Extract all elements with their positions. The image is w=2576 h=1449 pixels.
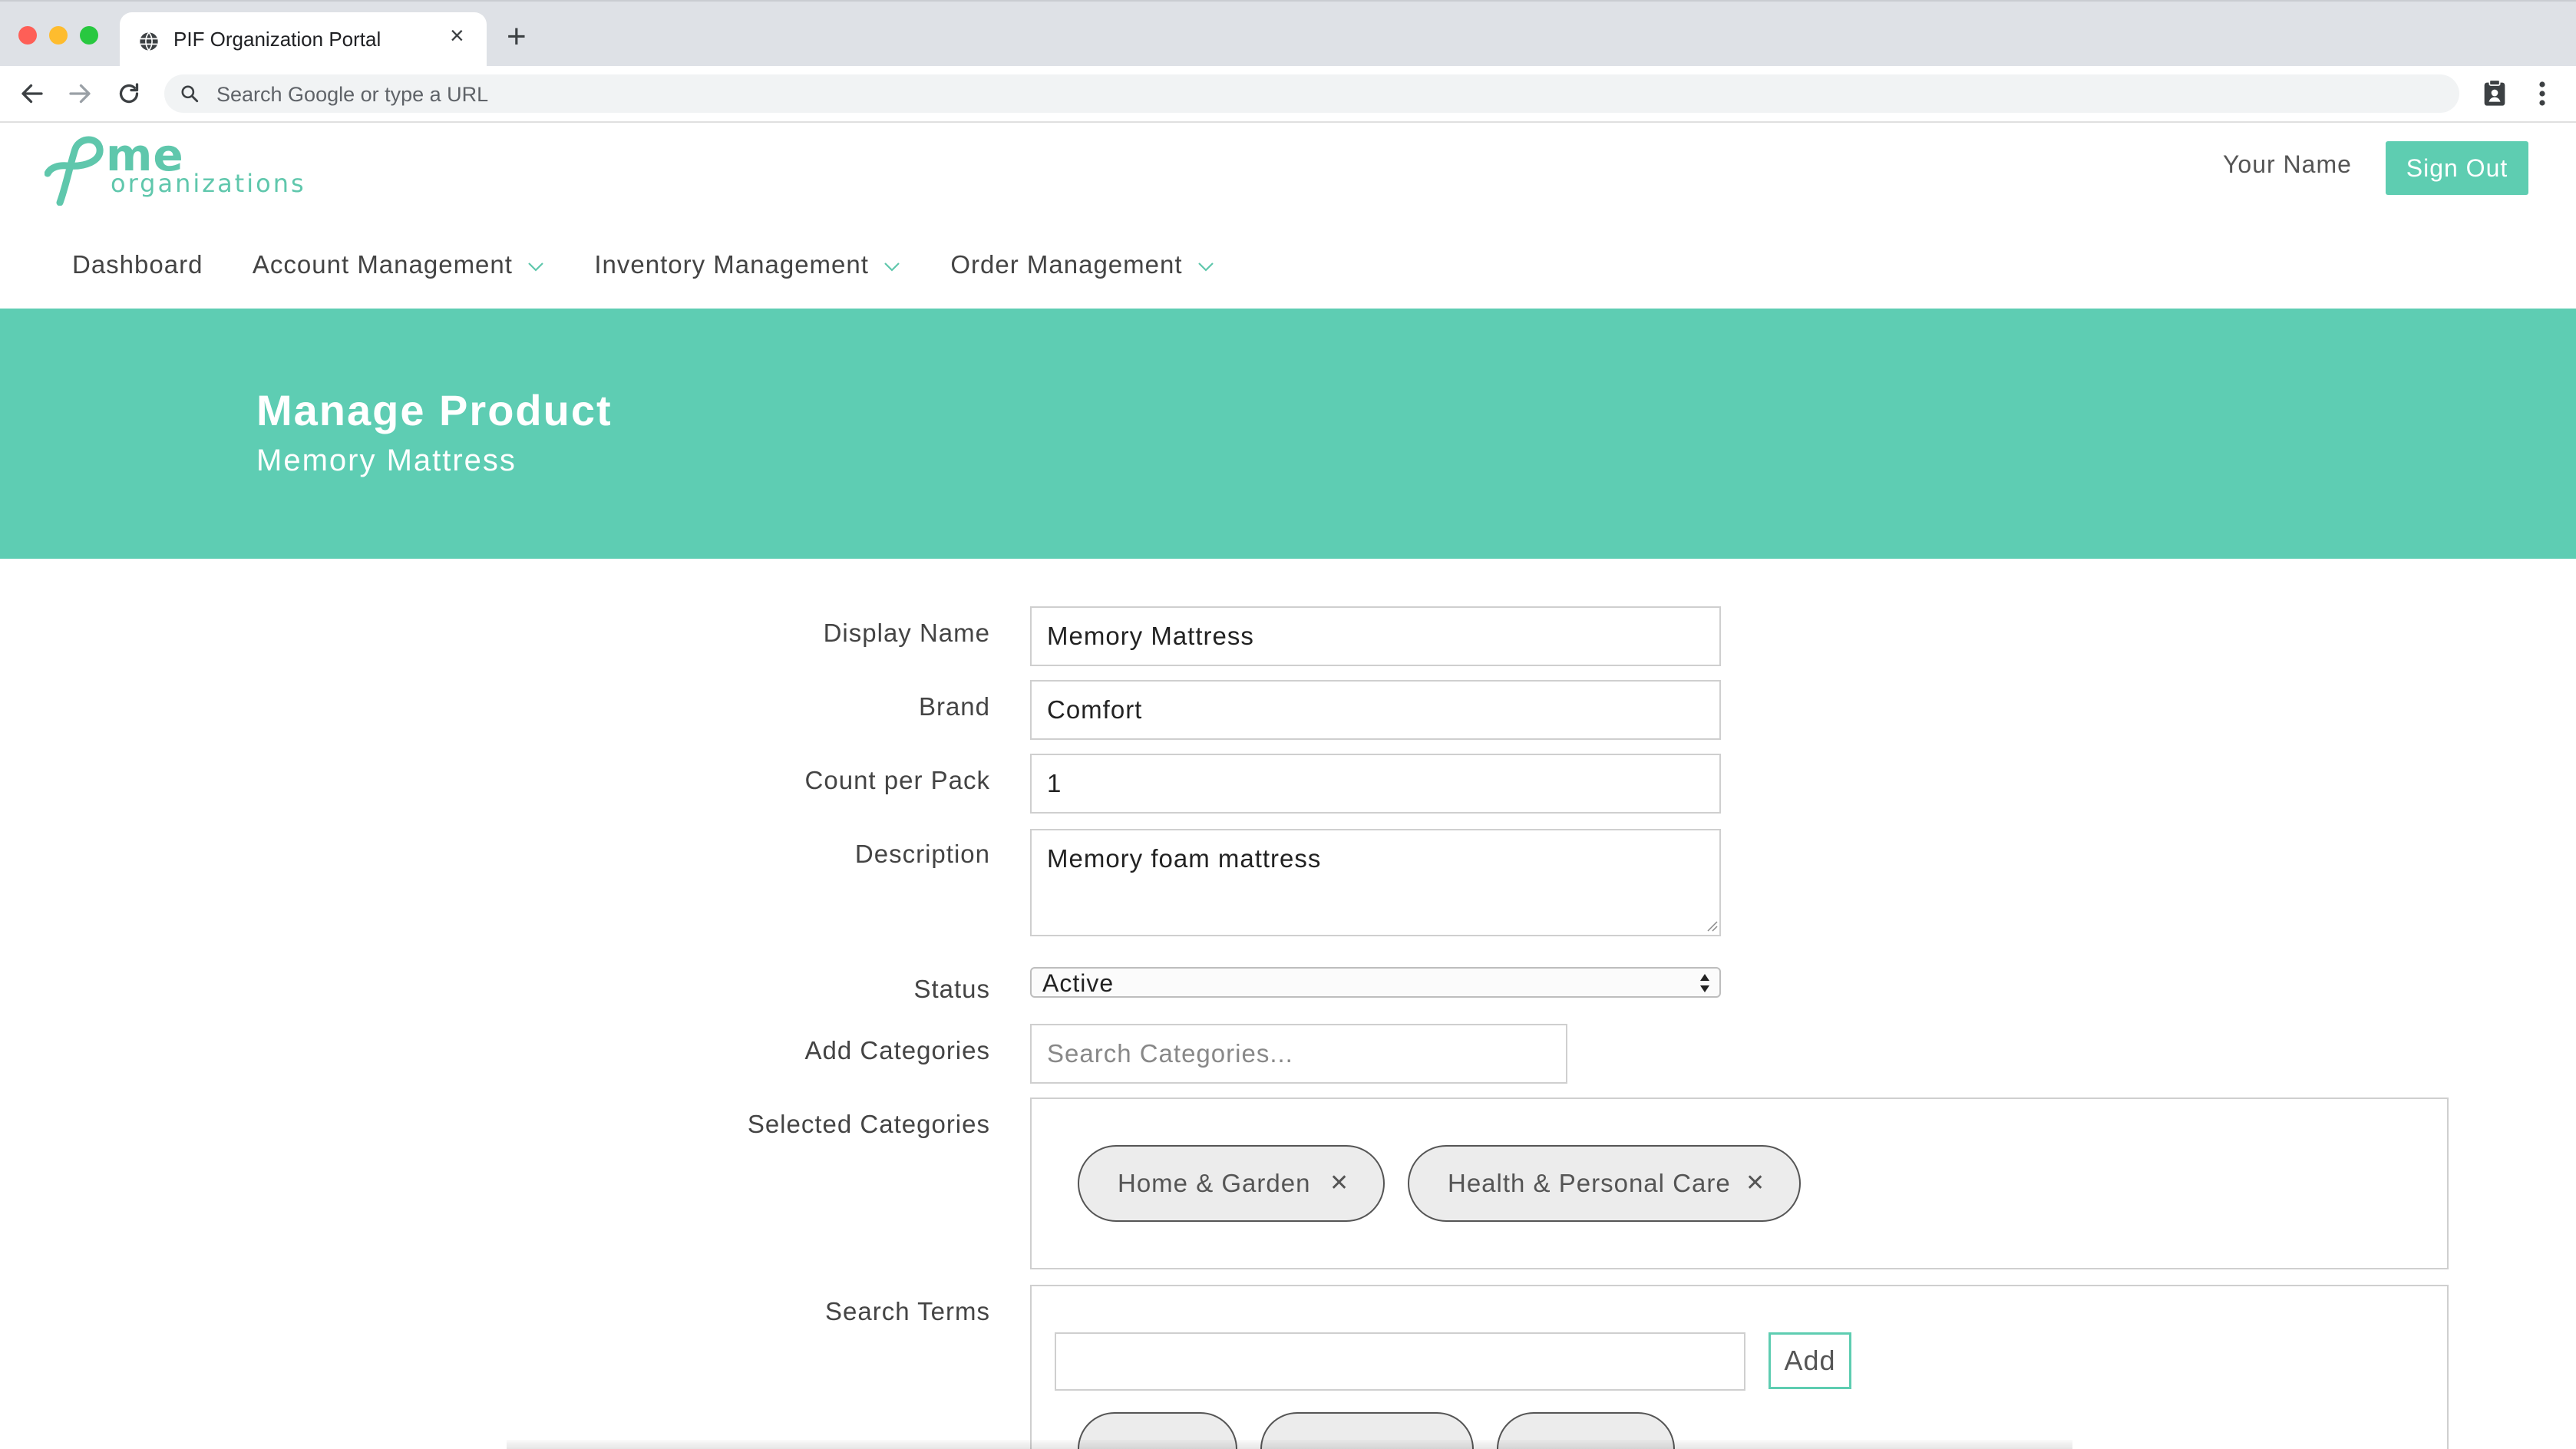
nav-item-inventory-management[interactable]: Inventory Management [594,250,901,279]
search-icon [181,85,199,103]
chevron-down-icon [1197,262,1214,272]
tab-close-icon[interactable]: × [450,23,464,48]
main-nav: Dashboard Account Management Inventory M… [72,250,1261,289]
select-updown-icon [1700,974,1709,992]
category-chip: Health & Personal Care ✕ [1408,1145,1801,1222]
tab-title: PIF Organization Portal [173,28,381,51]
nav-item-order-management[interactable]: Order Management [950,250,1214,279]
category-chip-label: Home & Garden [1118,1169,1311,1197]
search-term-input[interactable] [1055,1332,1745,1391]
browser-menu-icon[interactable] [2533,80,2551,107]
nav-item-account-management[interactable]: Account Management [253,250,545,279]
overlay-shadow [507,1440,2072,1449]
status-select[interactable]: Active [1030,967,1721,998]
browser-tab-bar: PIF Organization Portal × + [0,0,2576,68]
page-banner: Manage Product Memory Mattress [0,309,2576,559]
window-close-button[interactable] [18,26,37,45]
window-zoom-button[interactable] [80,26,98,45]
nav-item-label: Inventory Management [594,250,869,279]
user-name[interactable]: Your Name [2223,150,2352,179]
search-terms-label: Search Terms [825,1297,990,1325]
chevron-down-icon [528,262,543,272]
description-label: Description [854,840,990,868]
reload-icon[interactable] [115,80,143,107]
new-tab-icon[interactable]: + [507,20,527,54]
window-minimize-button[interactable] [49,26,68,45]
remove-chip-icon[interactable]: ✕ [1745,1147,1765,1220]
address-bar[interactable]: Search Google or type a URL [164,74,2459,113]
page-title: Manage Product [256,386,613,434]
status-select-value: Active [1042,969,1115,997]
chevron-down-icon [884,262,900,272]
status-label: Status [913,975,990,1003]
extension-clipboard-icon[interactable] [2479,78,2510,108]
selected-categories-label: Selected Categories [747,1110,990,1138]
remove-chip-icon[interactable]: ✕ [1329,1147,1349,1220]
globe-icon [140,31,158,51]
brand-label: Brand [918,692,990,721]
category-search-input[interactable] [1030,1024,1567,1084]
sign-out-button[interactable]: Sign Out [2386,141,2528,195]
site-logo[interactable]: me organizations [45,129,304,206]
count-per-pack-input[interactable] [1030,754,1721,814]
back-arrow-icon[interactable] [18,80,46,107]
resize-grip-icon[interactable] [1706,919,1718,932]
description-textarea[interactable]: Memory foam mattress [1030,829,1721,936]
selected-categories-box: Home & Garden ✕ Health & Personal Care ✕ [1030,1097,2449,1269]
logo-subtext: organizations [111,169,306,198]
category-chip: Home & Garden ✕ [1078,1145,1385,1222]
browser-tab[interactable]: PIF Organization Portal × [120,12,487,68]
add-search-term-button[interactable]: Add [1769,1332,1851,1389]
brand-input[interactable] [1030,680,1721,740]
address-bar-placeholder: Search Google or type a URL [216,83,489,106]
browser-toolbar: Search Google or type a URL [0,66,2576,123]
display-name-input[interactable] [1030,606,1721,666]
count-per-pack-label: Count per Pack [804,766,990,794]
page-subtitle: Memory Mattress [256,444,517,477]
ribbon-logo-icon [45,136,104,206]
nav-item-label: Account Management [252,250,513,279]
forward-arrow-icon[interactable] [66,80,94,107]
nav-item-label: Dashboard [72,250,203,279]
nav-item-label: Order Management [950,250,1183,279]
add-categories-label: Add Categories [804,1036,990,1064]
display-name-label: Display Name [823,619,990,647]
nav-item-dashboard[interactable]: Dashboard [72,250,203,279]
category-chip-label: Health & Personal Care [1448,1169,1731,1197]
